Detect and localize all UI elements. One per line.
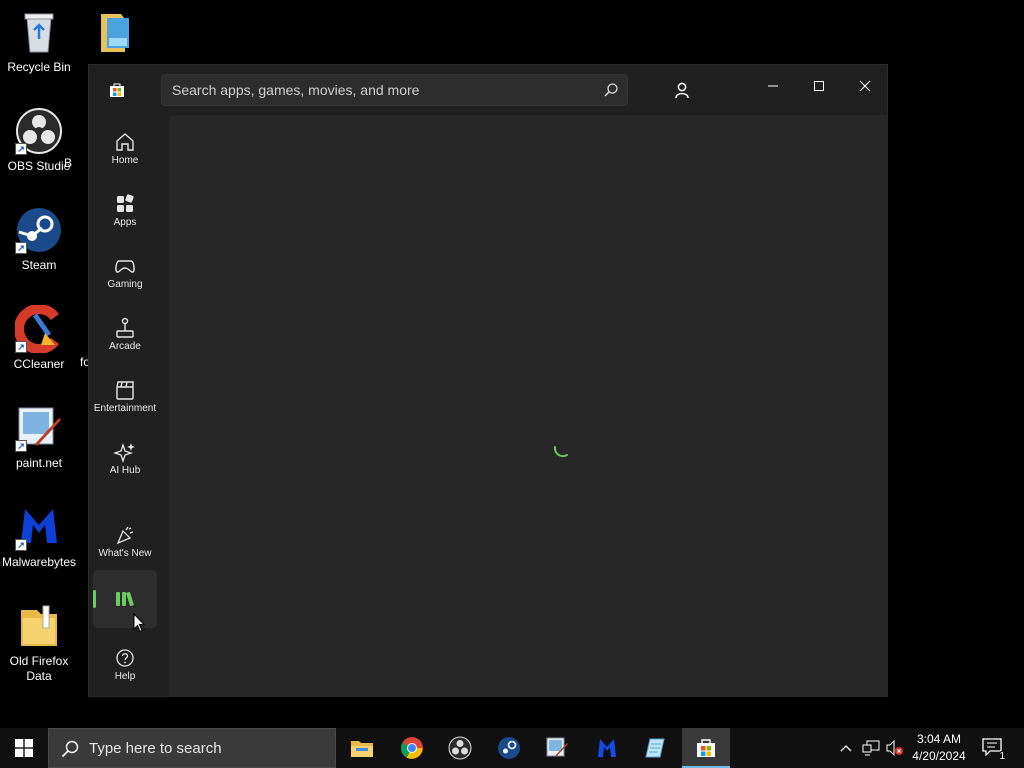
- tray-volume[interactable]: [884, 728, 906, 768]
- network-icon: [862, 740, 880, 756]
- steam-icon: ↗: [15, 206, 63, 254]
- account-icon[interactable]: [671, 79, 693, 101]
- windows-logo-icon: [15, 739, 33, 757]
- tray-overflow-button[interactable]: [836, 728, 856, 768]
- desktop-icon-old-firefox-data[interactable]: Old Firefox Data: [0, 602, 78, 684]
- file-explorer-icon: [351, 741, 373, 757]
- loading-spinner-icon: [553, 446, 568, 458]
- shortcut-arrow-icon: ↗: [15, 242, 27, 254]
- nav-arcade[interactable]: Arcade: [93, 307, 157, 363]
- desktop-icon-malwarebytes[interactable]: ↗ Malwarebytes: [0, 503, 78, 570]
- mouse-cursor-icon: [133, 613, 145, 633]
- folder-icon: [93, 8, 141, 56]
- taskbar-file-explorer[interactable]: [338, 728, 386, 768]
- help-icon: [116, 649, 134, 667]
- chevron-up-icon: [840, 745, 852, 752]
- store-logo-icon: [110, 83, 124, 97]
- recycle-bin-icon: [15, 8, 63, 56]
- store-search-input[interactable]: [172, 75, 592, 105]
- sparkle-icon: [113, 442, 135, 463]
- tray-network[interactable]: [860, 728, 882, 768]
- maximize-button[interactable]: [796, 71, 842, 101]
- shortcut-arrow-icon: ↗: [15, 440, 27, 452]
- folder-icon: [15, 602, 63, 650]
- shortcut-arrow-icon: ↗: [15, 341, 27, 353]
- obs-icon: ↗: [15, 107, 63, 155]
- shortcut-arrow-icon: ↗: [15, 143, 27, 155]
- desktop-icon-steam[interactable]: ↗ Steam: [0, 206, 78, 273]
- taskbar-malwarebytes[interactable]: [583, 728, 631, 768]
- desktop-icon-ccleaner[interactable]: ↗ CCleaner: [0, 304, 78, 372]
- store-icon: [697, 739, 715, 757]
- desktop-icon-paintnet[interactable]: ↗ paint.net: [0, 404, 78, 471]
- active-indicator: [93, 590, 96, 608]
- close-icon: [859, 80, 871, 92]
- home-icon: [116, 133, 134, 151]
- taskbar-steam[interactable]: [485, 728, 533, 768]
- nav-gaming[interactable]: Gaming: [93, 245, 157, 301]
- search-icon: [61, 740, 79, 758]
- nav-whats-new[interactable]: What's New: [93, 514, 157, 570]
- maximize-icon: [814, 81, 824, 91]
- desktop-icon-screenshots[interactable]: [78, 8, 156, 60]
- nav-ai-hub[interactable]: AI Hub: [93, 431, 157, 487]
- search-icon[interactable]: [603, 82, 619, 98]
- taskbar-search-box[interactable]: Type here to search: [48, 728, 336, 768]
- nav-home[interactable]: Home: [93, 121, 157, 177]
- malwarebytes-icon: ↗: [15, 503, 63, 551]
- gamepad-icon: [115, 260, 135, 273]
- store-content-area: [169, 115, 888, 697]
- close-button[interactable]: [842, 71, 888, 101]
- nav-library[interactable]: [93, 570, 157, 628]
- taskbar-clock[interactable]: 3:04 AM 4/20/2024: [906, 731, 972, 765]
- title-bar[interactable]: [89, 65, 889, 115]
- nav-apps[interactable]: Apps: [93, 183, 157, 239]
- obs-icon: [448, 736, 472, 760]
- minimize-icon: [768, 85, 778, 87]
- taskbar: Type here to search 3:04 AM 4/20/2024 1: [0, 728, 1024, 768]
- store-window: Home Apps Gaming Arcade Entertainment AI…: [88, 64, 888, 697]
- taskbar-notepad[interactable]: [632, 728, 680, 768]
- taskbar-microsoft-store[interactable]: [682, 728, 730, 768]
- chrome-icon: [401, 737, 423, 759]
- shortcut-arrow-icon: ↗: [15, 539, 27, 551]
- clapperboard-icon: [116, 381, 134, 400]
- ccleaner-icon: ↗: [14, 304, 63, 354]
- taskbar-chrome[interactable]: [388, 728, 436, 768]
- notepad-icon: [645, 738, 665, 758]
- library-icon: [116, 591, 134, 607]
- paintnet-icon: ↗: [15, 404, 63, 452]
- start-button[interactable]: [0, 728, 48, 768]
- partial-desktop-label: fo: [80, 355, 88, 369]
- steam-icon: [498, 737, 520, 759]
- party-popper-icon: [116, 526, 134, 545]
- minimize-button[interactable]: [750, 71, 796, 101]
- paintnet-icon: [546, 737, 568, 757]
- taskbar-obs[interactable]: [436, 728, 484, 768]
- taskbar-paintnet[interactable]: [533, 728, 581, 768]
- desktop-icon-recycle-bin[interactable]: Recycle Bin: [0, 8, 78, 75]
- notification-count: 1: [997, 751, 1007, 762]
- apps-icon: [117, 194, 134, 212]
- action-center-button[interactable]: 1: [982, 738, 1007, 762]
- partial-desktop-label: B: [64, 156, 73, 170]
- store-sidebar: Home Apps Gaming Arcade Entertainment AI…: [89, 115, 161, 698]
- malwarebytes-icon: [598, 739, 616, 757]
- store-search-box: [161, 74, 628, 106]
- joystick-icon: [116, 317, 134, 338]
- nav-entertainment[interactable]: Entertainment: [93, 369, 157, 425]
- desktop: Recycle Bin ↗ OBS Studio B ↗ Steam ↗ CCl…: [0, 0, 1024, 728]
- nav-help[interactable]: Help: [93, 637, 157, 693]
- volume-muted-icon: [886, 740, 903, 756]
